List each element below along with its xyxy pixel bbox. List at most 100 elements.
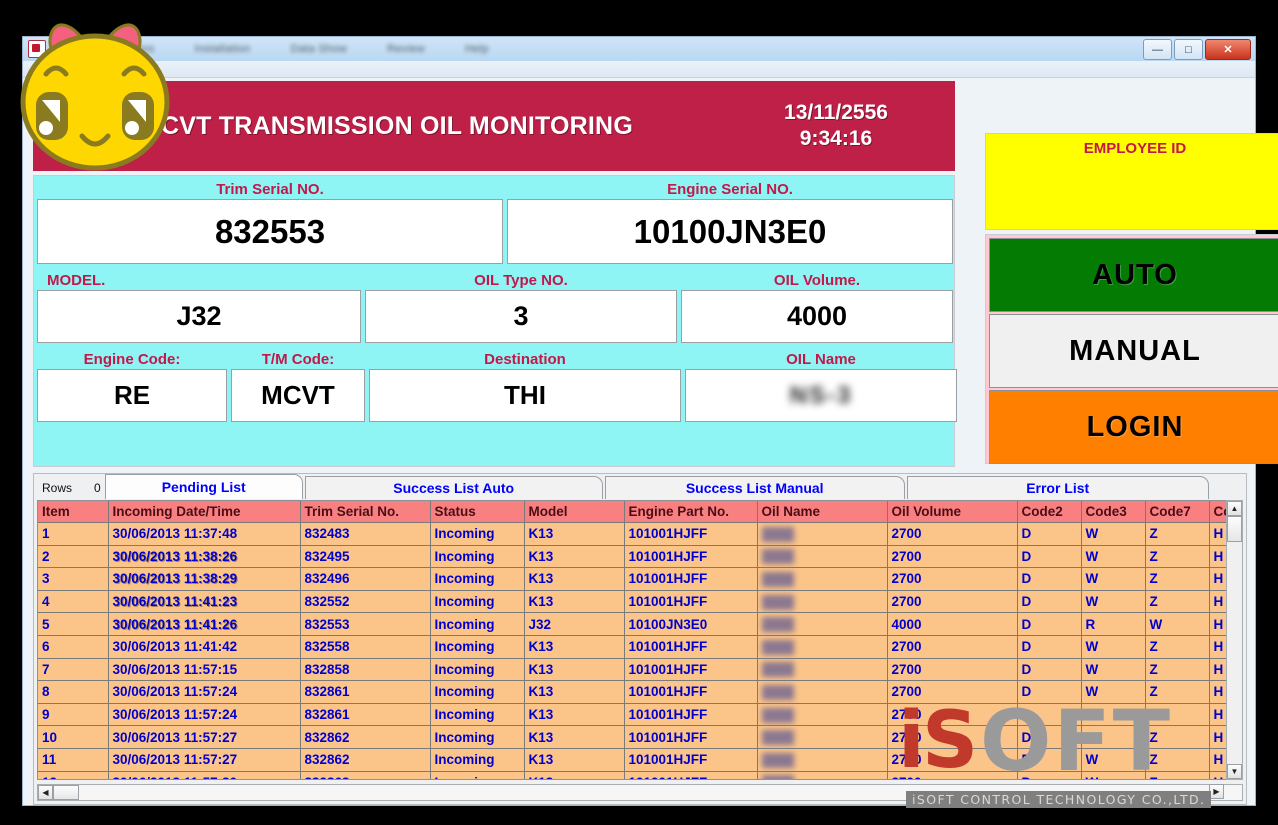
table-row[interactable]: 230/06/2013 11:38:26832495IncomingK13101… xyxy=(38,545,1243,568)
cell-trim[interactable]: 832861 xyxy=(300,703,430,726)
cell-model[interactable]: K13 xyxy=(524,635,624,658)
column-header[interactable]: Oil Name xyxy=(757,501,887,523)
cell-datetime[interactable]: 30/06/2013 11:57:24 xyxy=(108,703,300,726)
close-button[interactable]: ✕ xyxy=(1205,39,1251,60)
cell-code2[interactable]: D xyxy=(1017,726,1081,749)
cell-code2[interactable]: D xyxy=(1017,703,1081,726)
cell-oil-name[interactable] xyxy=(757,726,887,749)
cell-volume[interactable]: 2700 xyxy=(887,748,1017,771)
table-row[interactable]: 630/06/2013 11:41:42832558IncomingK13101… xyxy=(38,635,1243,658)
cell-part[interactable]: 101001HJFF xyxy=(624,726,757,749)
cell-status[interactable]: Incoming xyxy=(430,590,524,613)
cell-code7[interactable]: Z xyxy=(1145,703,1209,726)
cell-part[interactable]: 101001HJFF xyxy=(624,703,757,726)
cell-datetime[interactable]: 30/06/2013 11:57:24 xyxy=(108,681,300,704)
cell-item[interactable]: 4 xyxy=(38,590,108,613)
cell-part[interactable]: 101001HJFF xyxy=(624,568,757,591)
cell-item[interactable]: 3 xyxy=(38,568,108,591)
cell-status[interactable]: Incoming xyxy=(430,635,524,658)
cell-trim[interactable]: 832862 xyxy=(300,726,430,749)
cell-trim[interactable]: 832552 xyxy=(300,590,430,613)
cell-oil-name[interactable] xyxy=(757,635,887,658)
cell-volume[interactable]: 2700 xyxy=(887,658,1017,681)
column-header[interactable]: Item xyxy=(38,501,108,523)
tab-error-list[interactable]: Error List xyxy=(907,476,1209,499)
cell-item[interactable]: 1 xyxy=(38,523,108,546)
cell-volume[interactable]: 2700 xyxy=(887,681,1017,704)
cell-code2[interactable]: D xyxy=(1017,568,1081,591)
cell-model[interactable]: K13 xyxy=(524,658,624,681)
cell-item[interactable]: 8 xyxy=(38,681,108,704)
cell-model[interactable]: K13 xyxy=(524,726,624,749)
cell-item[interactable]: 10 xyxy=(38,726,108,749)
table-row[interactable]: 830/06/2013 11:57:24832861IncomingK13101… xyxy=(38,681,1243,704)
cell-code2[interactable]: D xyxy=(1017,545,1081,568)
cell-model[interactable]: J32 xyxy=(524,613,624,636)
tab-pending-list[interactable]: Pending List xyxy=(105,474,303,499)
table-row[interactable]: 1030/06/2013 11:57:27832862IncomingK1310… xyxy=(38,726,1243,749)
cell-trim[interactable]: 832862 xyxy=(300,748,430,771)
cell-model[interactable]: K13 xyxy=(524,523,624,546)
column-header[interactable]: Status xyxy=(430,501,524,523)
cell-trim[interactable]: 832858 xyxy=(300,658,430,681)
cell-code7[interactable]: Z xyxy=(1145,771,1209,780)
cell-status[interactable]: Incoming xyxy=(430,568,524,591)
cell-code7[interactable]: Z xyxy=(1145,568,1209,591)
cell-volume[interactable]: 2700 xyxy=(887,590,1017,613)
column-header[interactable]: Model xyxy=(524,501,624,523)
cell-item[interactable]: 11 xyxy=(38,748,108,771)
trim-serial-value[interactable]: 832553 xyxy=(37,199,503,264)
cell-status[interactable]: Incoming xyxy=(430,545,524,568)
cell-status[interactable]: Incoming xyxy=(430,726,524,749)
cell-code2[interactable]: D xyxy=(1017,613,1081,636)
cell-part[interactable]: 101001HJFF xyxy=(624,681,757,704)
cell-code2[interactable]: D xyxy=(1017,523,1081,546)
cell-model[interactable]: K13 xyxy=(524,590,624,613)
scroll-right-icon[interactable]: ▶ xyxy=(1209,784,1224,799)
cell-item[interactable]: 7 xyxy=(38,658,108,681)
column-header[interactable]: Code2 xyxy=(1017,501,1081,523)
table-row[interactable]: 730/06/2013 11:57:15832858IncomingK13101… xyxy=(38,658,1243,681)
cell-code2[interactable]: D xyxy=(1017,681,1081,704)
cell-datetime[interactable]: 30/06/2013 11:41:26 xyxy=(108,613,300,636)
cell-oil-name[interactable] xyxy=(757,658,887,681)
cell-datetime[interactable]: 30/06/2013 11:41:23 xyxy=(108,590,300,613)
cell-oil-name[interactable] xyxy=(757,590,887,613)
employee-id-panel[interactable]: EMPLOYEE ID xyxy=(985,133,1278,230)
cell-trim[interactable]: 832483 xyxy=(300,523,430,546)
minimize-button[interactable]: — xyxy=(1143,39,1172,60)
cell-oil-name[interactable] xyxy=(757,545,887,568)
oil-type-value[interactable]: 3 xyxy=(365,290,677,343)
cell-trim[interactable]: 832553 xyxy=(300,613,430,636)
column-header[interactable]: Code3 xyxy=(1081,501,1145,523)
scroll-left-icon[interactable]: ◀ xyxy=(38,785,53,800)
cell-code2[interactable]: D xyxy=(1017,658,1081,681)
column-header[interactable]: Trim Serial No. xyxy=(300,501,430,523)
scroll-up-icon[interactable]: ▲ xyxy=(1227,501,1242,516)
cell-trim[interactable]: 832861 xyxy=(300,681,430,704)
cell-code3[interactable]: W xyxy=(1081,658,1145,681)
cell-model[interactable]: K13 xyxy=(524,748,624,771)
cell-part[interactable]: 101001HJFF xyxy=(624,658,757,681)
cell-code7[interactable]: Z xyxy=(1145,523,1209,546)
column-header[interactable]: Oil Volume xyxy=(887,501,1017,523)
cell-code3[interactable]: W xyxy=(1081,635,1145,658)
cell-datetime[interactable]: 30/06/2013 11:38:26 xyxy=(108,545,300,568)
cell-code7[interactable]: Z xyxy=(1145,681,1209,704)
horizontal-scrollbar[interactable]: ◀ xyxy=(37,784,1243,801)
cell-code3[interactable]: W xyxy=(1081,545,1145,568)
oil-name-value[interactable]: NS-3 xyxy=(685,369,957,422)
cell-part[interactable]: 101001HJFF xyxy=(624,748,757,771)
engine-serial-value[interactable]: 10100JN3E0 xyxy=(507,199,953,264)
cell-model[interactable]: K13 xyxy=(524,545,624,568)
cell-item[interactable]: 2 xyxy=(38,545,108,568)
cell-status[interactable]: Incoming xyxy=(430,658,524,681)
menu-item-installation[interactable]: Installation xyxy=(194,43,250,55)
cell-code3[interactable]: W xyxy=(1081,703,1145,726)
horizontal-scroll-thumb[interactable] xyxy=(53,785,79,800)
table-row[interactable]: 1230/06/2013 11:57:30832863IncomingK1310… xyxy=(38,771,1243,780)
menu-item-review[interactable]: Review xyxy=(387,43,425,55)
tab-success-list-manual[interactable]: Success List Manual xyxy=(605,476,905,499)
tab-success-list-auto[interactable]: Success List Auto xyxy=(305,476,603,499)
table-row[interactable]: 130/06/2013 11:37:48832483IncomingK13101… xyxy=(38,523,1243,546)
